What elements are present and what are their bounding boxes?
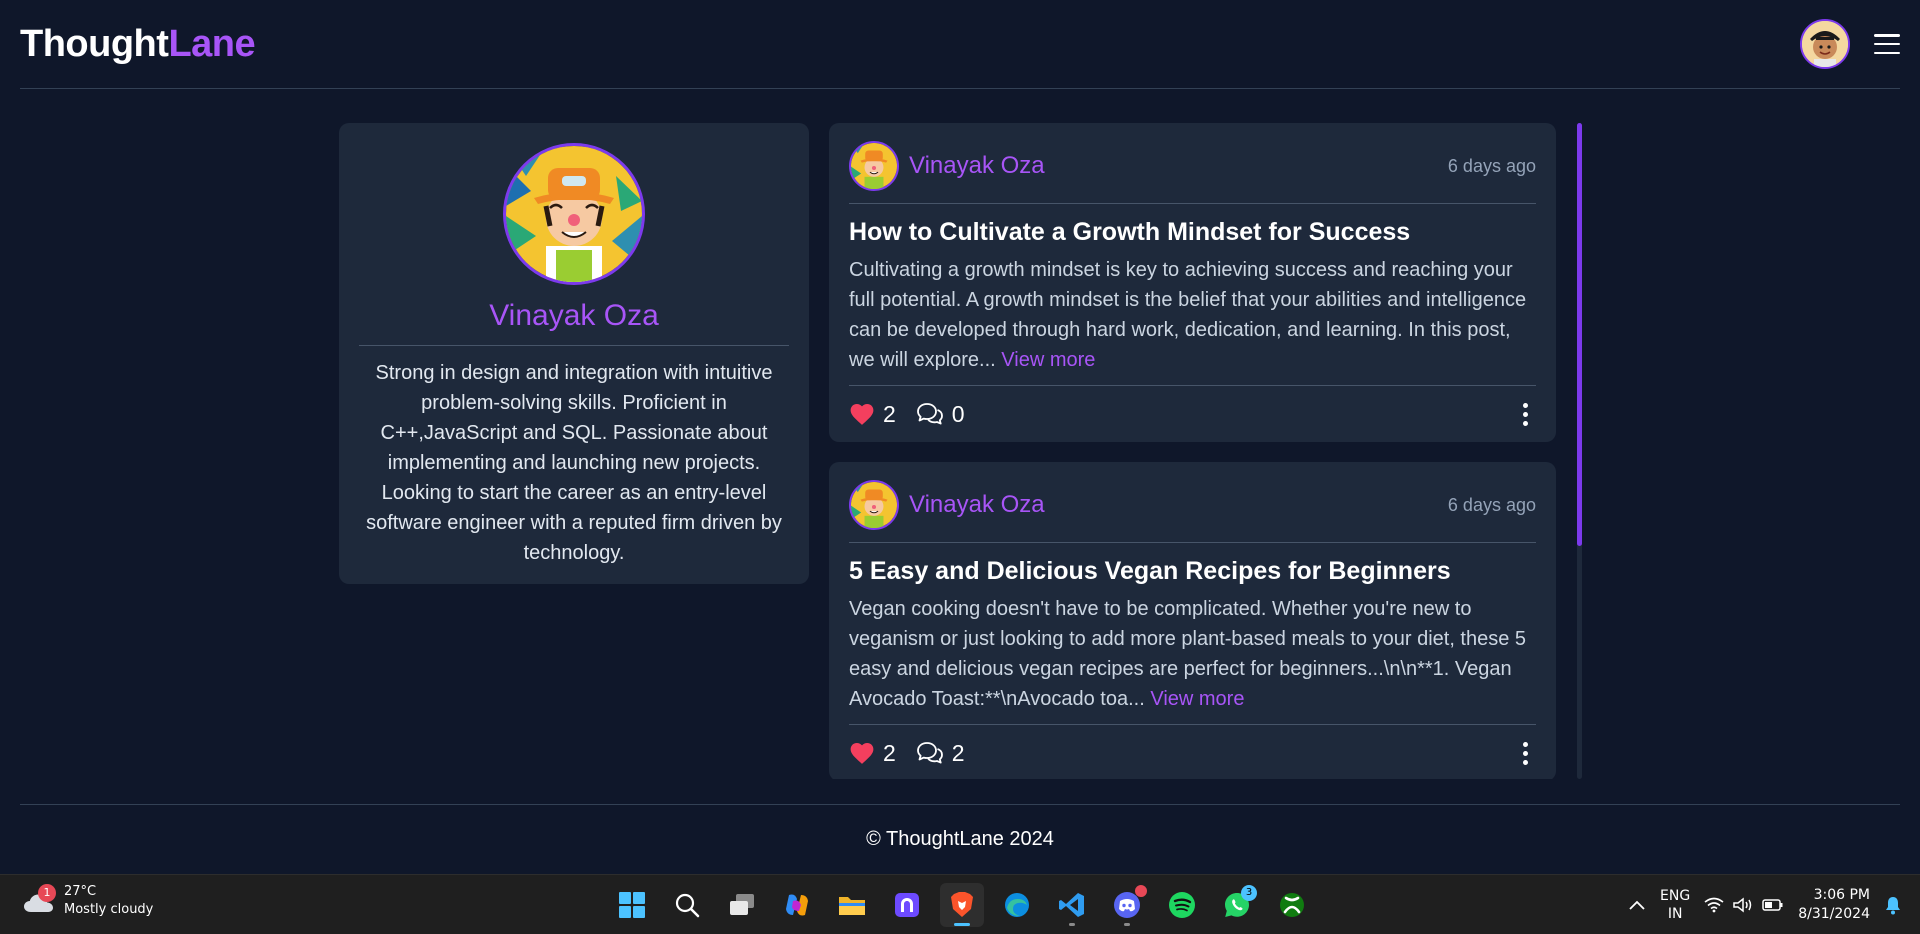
clock[interactable]: 3:06 PM 8/31/2024: [1798, 886, 1870, 924]
author-avatar-icon: [851, 143, 897, 189]
clock-time: 3:06 PM: [1813, 887, 1870, 903]
post-title[interactable]: 5 Easy and Delicious Vegan Recipes for B…: [849, 557, 1536, 586]
like-count: 2: [883, 400, 896, 427]
brave-icon[interactable]: [940, 883, 984, 927]
user-avatar-icon: [1802, 21, 1848, 67]
brand-text-part1: Thought: [20, 22, 169, 65]
wifi-icon: [1704, 897, 1724, 913]
comment-button[interactable]: 0: [916, 401, 965, 428]
post-actions: 2 0: [849, 386, 1536, 442]
post-card: Vinayak Oza 6 days ago 5 Easy and Delici…: [829, 462, 1556, 779]
post-author[interactable]: Vinayak Oza: [849, 480, 1045, 530]
language-indicator[interactable]: ENG IN: [1660, 887, 1690, 923]
comments-icon: [916, 742, 943, 764]
windows-taskbar: 1 27°C Mostly cloudy 3 ENG IN 3:06 PM 8/…: [0, 874, 1920, 934]
post-card: Vinayak Oza 6 days ago How to Cultivate …: [829, 123, 1556, 442]
post-timestamp: 6 days ago: [1447, 155, 1536, 176]
post-actions: 2 2: [849, 725, 1536, 779]
volume-icon: [1733, 897, 1752, 913]
post-excerpt-text: Cultivating a growth mindset is key to a…: [849, 259, 1527, 371]
heart-icon: [850, 404, 874, 425]
quick-settings[interactable]: [1704, 897, 1784, 913]
language-region: IN: [1667, 906, 1683, 922]
view-more-link[interactable]: View more: [1150, 688, 1244, 710]
hamburger-menu-icon[interactable]: [1874, 34, 1900, 54]
cloud-icon: 1: [22, 884, 56, 916]
clock-date: 8/31/2024: [1798, 906, 1870, 922]
brand-text-part2: Lane: [168, 22, 256, 65]
taskbar-apps: 3: [610, 883, 1314, 927]
task-view-icon[interactable]: [720, 883, 764, 927]
search-icon[interactable]: [665, 883, 709, 927]
heart-icon: [850, 743, 874, 764]
discord-notification-badge: [1135, 885, 1147, 897]
whatsapp-notification-badge: 3: [1241, 885, 1257, 901]
post-excerpt: Vegan cooking doesn't have to be complic…: [849, 594, 1536, 725]
like-button[interactable]: 2: [849, 740, 896, 767]
post-title[interactable]: How to Cultivate a Growth Mindset for Su…: [849, 218, 1536, 247]
feed-scrollbar[interactable]: [1577, 123, 1582, 779]
brand-logo[interactable]: ThoughtLane: [20, 22, 256, 66]
post-options-icon[interactable]: [1515, 399, 1536, 430]
like-button[interactable]: 2: [849, 401, 896, 428]
copyright-text: © ThoughtLane 2024: [866, 828, 1054, 850]
whatsapp-icon[interactable]: 3: [1215, 883, 1259, 927]
discord-icon[interactable]: [1105, 883, 1149, 927]
post-timestamp: 6 days ago: [1447, 494, 1536, 515]
profile-name: Vinayak Oza: [359, 299, 789, 346]
start-icon[interactable]: [610, 883, 654, 927]
feed-scrollbar-thumb[interactable]: [1577, 123, 1582, 546]
post-excerpt: Cultivating a growth mindset is key to a…: [849, 255, 1536, 386]
proton-vpn-icon[interactable]: [885, 883, 929, 927]
author-name[interactable]: Vinayak Oza: [909, 491, 1045, 519]
author-avatar: [849, 480, 899, 530]
author-avatar-icon: [851, 482, 897, 528]
post-feed[interactable]: Vinayak Oza 6 days ago How to Cultivate …: [829, 123, 1579, 779]
post-options-icon[interactable]: [1515, 738, 1536, 769]
notification-bell-icon[interactable]: [1884, 895, 1902, 915]
spotify-icon[interactable]: [1160, 883, 1204, 927]
profile-avatar-icon: [506, 146, 642, 282]
comment-button[interactable]: 2: [916, 740, 965, 767]
comment-count: 0: [951, 400, 965, 427]
author-name[interactable]: Vinayak Oza: [909, 152, 1045, 180]
weather-condition: Mostly cloudy: [64, 902, 154, 917]
file-explorer-icon[interactable]: [830, 883, 874, 927]
language-code: ENG: [1660, 888, 1691, 904]
vscode-icon[interactable]: [1050, 883, 1094, 927]
battery-icon: [1762, 899, 1783, 911]
profile-avatar: [503, 143, 645, 285]
page-footer: © ThoughtLane 2024: [20, 804, 1900, 874]
comments-icon: [916, 403, 943, 425]
weather-badge: 1: [38, 884, 56, 902]
top-navbar: ThoughtLane: [20, 0, 1900, 89]
weather-widget[interactable]: 1 27°C Mostly cloudy: [22, 883, 153, 919]
post-header: Vinayak Oza 6 days ago: [849, 480, 1536, 543]
author-avatar: [849, 141, 899, 191]
system-tray: ENG IN 3:06 PM 8/31/2024: [1628, 875, 1902, 934]
comment-count: 2: [951, 739, 965, 766]
like-count: 2: [883, 739, 896, 766]
profile-card: Vinayak Oza Strong in design and integra…: [339, 123, 809, 584]
xbox-icon[interactable]: [1270, 883, 1314, 927]
view-more-link[interactable]: View more: [1001, 349, 1095, 371]
profile-bio: Strong in design and integration with in…: [366, 362, 782, 564]
weather-temperature: 27°C: [64, 884, 97, 899]
chevron-up-icon[interactable]: [1628, 899, 1646, 911]
edge-icon[interactable]: [995, 883, 1039, 927]
copilot-icon[interactable]: [775, 883, 819, 927]
post-author[interactable]: Vinayak Oza: [849, 141, 1045, 191]
user-avatar-button[interactable]: [1800, 19, 1850, 69]
post-header: Vinayak Oza 6 days ago: [849, 141, 1536, 204]
